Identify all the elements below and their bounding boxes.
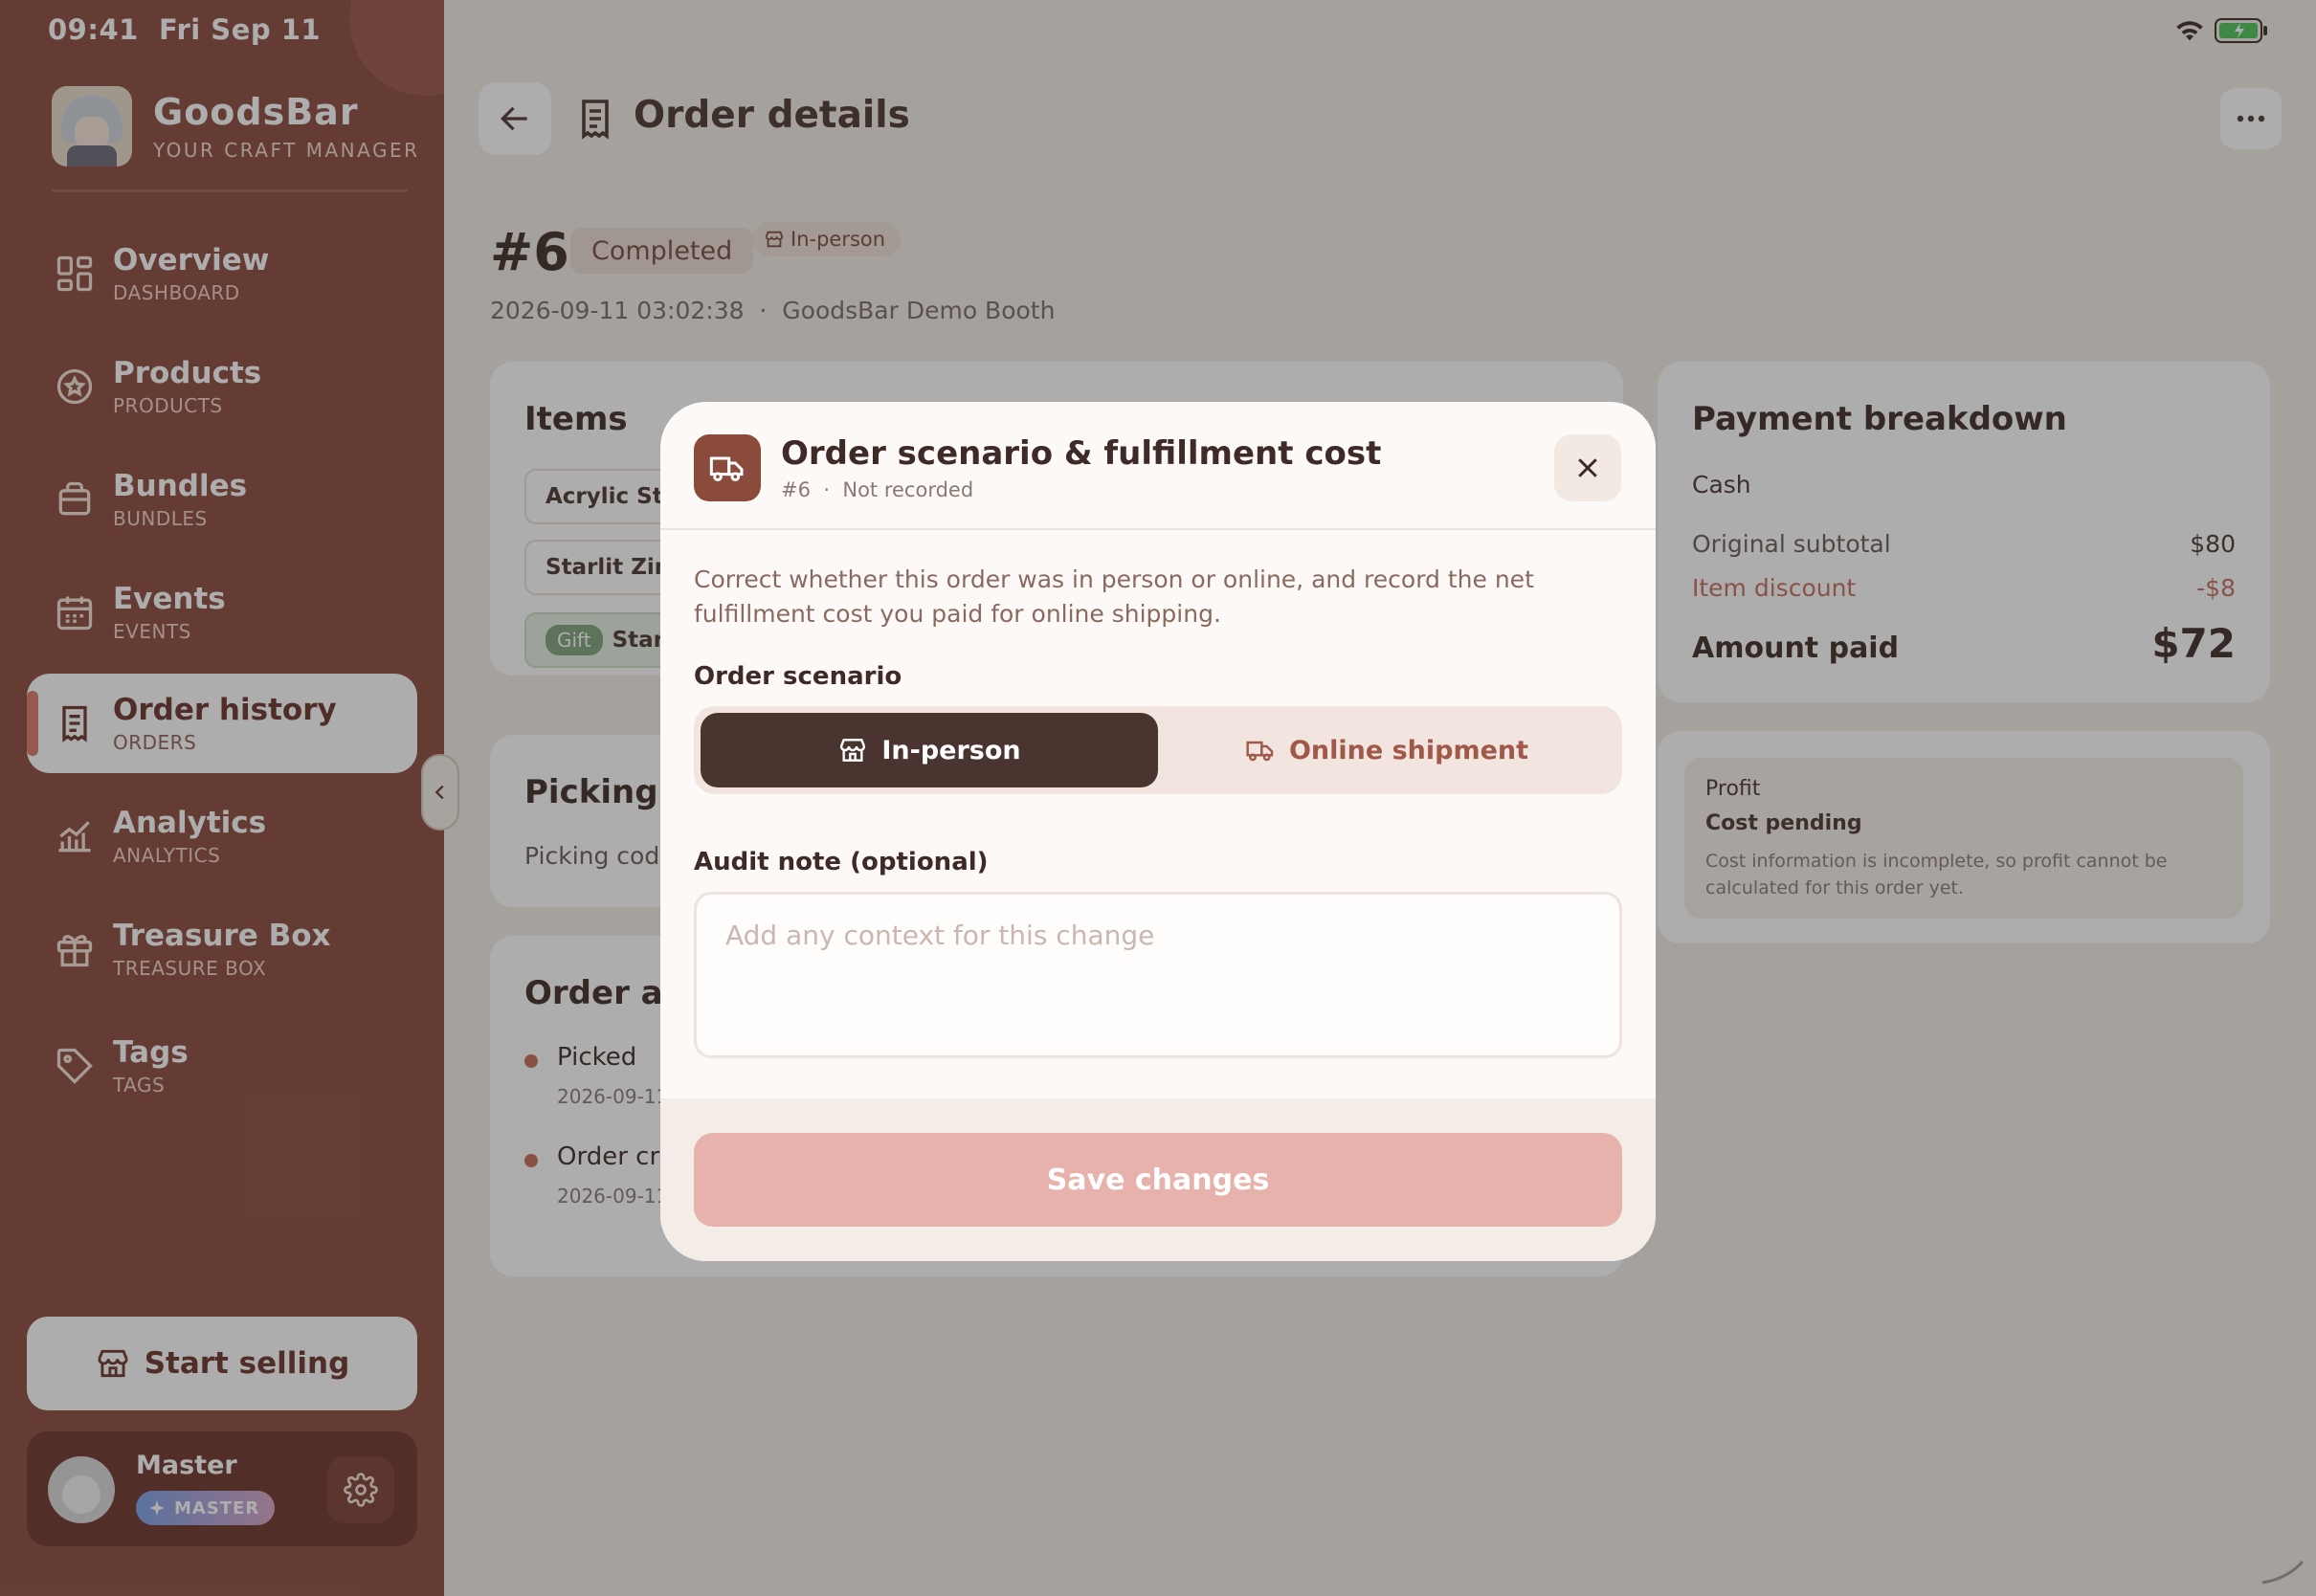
modal-footer: Save changes [660, 1098, 1656, 1261]
scenario-label: Order scenario [694, 662, 902, 691]
in-person-option[interactable]: In-person [701, 713, 1158, 787]
close-button[interactable] [1554, 434, 1621, 501]
close-icon [1578, 458, 1597, 477]
modal-header: Order scenario & fulfillment cost #6 · N… [660, 402, 1656, 530]
resize-corner-icon [2261, 1560, 2305, 1585]
truck-icon [1246, 741, 1274, 762]
scenario-modal: Order scenario & fulfillment cost #6 · N… [660, 402, 1656, 1261]
scenario-segmented-control: In-person Online shipment [694, 706, 1622, 794]
audit-note-label: Audit note (optional) [694, 848, 989, 876]
save-changes-button[interactable]: Save changes [694, 1133, 1622, 1227]
audit-note-placeholder: Add any context for this change [725, 920, 1155, 951]
modal-description: Correct whether this order was in person… [694, 565, 1534, 628]
online-shipment-option[interactable]: Online shipment [1158, 713, 1615, 787]
modal-subtitle: #6 · Not recorded [781, 478, 974, 501]
modal-title: Order scenario & fulfillment cost [781, 434, 1382, 473]
audit-note-input[interactable]: Add any context for this change [694, 892, 1622, 1058]
store-icon [840, 739, 866, 762]
truck-icon [694, 434, 761, 501]
